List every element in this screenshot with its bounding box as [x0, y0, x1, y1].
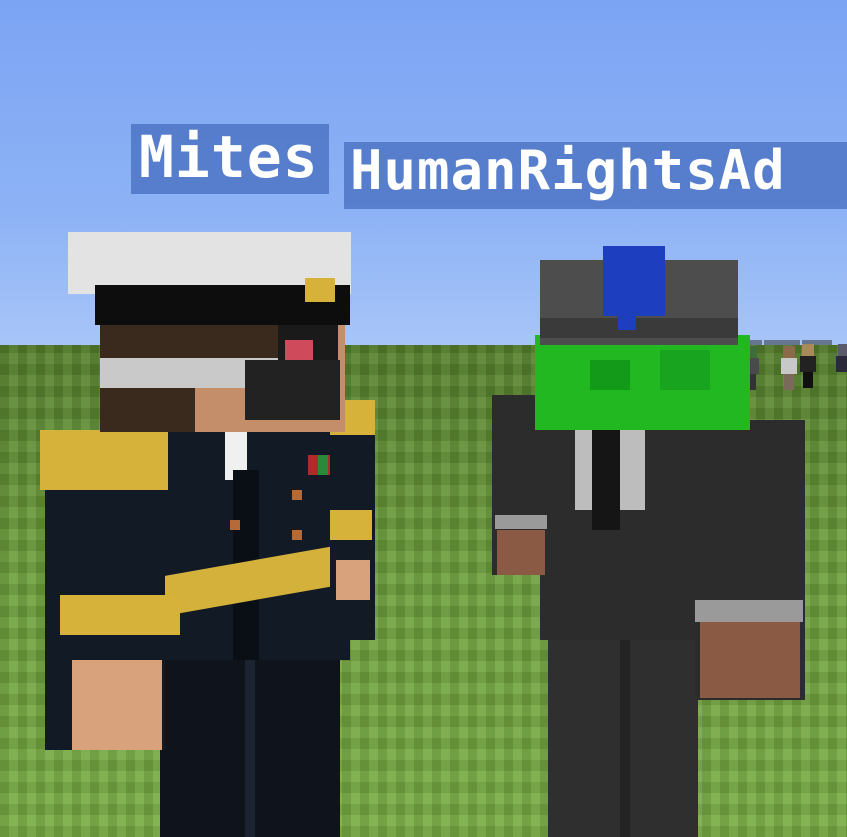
background-player	[743, 346, 759, 390]
nametag-humanrightsad: HumanRightsAd	[344, 142, 847, 209]
grass-ground	[0, 345, 847, 837]
background-player	[781, 346, 797, 390]
nametag-mites: Mites	[131, 124, 329, 194]
background-player	[800, 344, 816, 388]
distant-nametags	[614, 330, 847, 345]
game-viewport: Mites HumanRightsAd	[0, 0, 847, 837]
background-player	[836, 344, 847, 388]
